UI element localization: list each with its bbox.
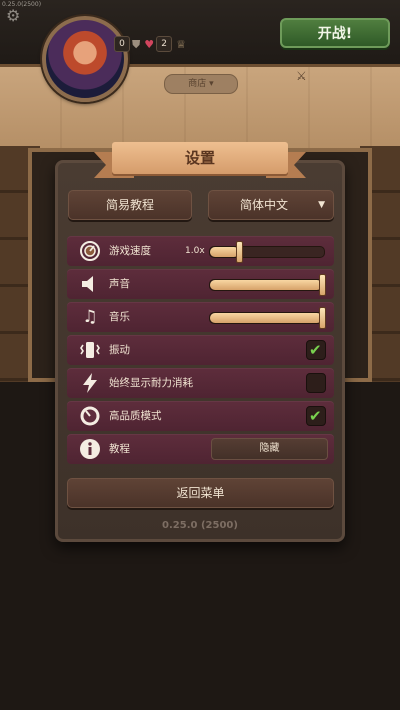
music-note-icon: ♫ [82, 307, 98, 327]
player-avatar[interactable] [42, 16, 128, 102]
heart-icon: ♥ [144, 37, 155, 51]
setting-row-game-speed: 游戏速度 1.0x [67, 236, 334, 266]
slider-handle[interactable] [235, 241, 243, 263]
stat-value: 2 [156, 36, 173, 52]
stat-chip-shield: 0 ⛊ [114, 36, 140, 52]
speedometer-icon [79, 240, 101, 262]
music-volume-slider[interactable] [209, 307, 326, 329]
back-to-menu-button[interactable]: 返回菜单 [67, 478, 334, 508]
slider-fill [210, 280, 322, 290]
store-tab[interactable]: 商店 ▾ [164, 74, 238, 94]
caret-down-icon: ▼ [318, 200, 325, 210]
info-icon [79, 438, 101, 460]
setting-row-music: ♫ 音乐 [67, 302, 334, 332]
setting-row-sound: 声音 [67, 269, 334, 299]
stat-chip-trophy: ♕ [176, 36, 186, 52]
language-select-value: 简体中文 [239, 198, 288, 212]
slider-fill [210, 247, 239, 257]
slider-fill [210, 313, 322, 323]
speaker-icon [79, 273, 101, 295]
settings-title-ribbon: 设置 [94, 138, 306, 184]
hide-tutorial-button[interactable]: 隐藏 [211, 438, 328, 460]
setting-label: 游戏速度 [109, 245, 151, 257]
start-battle-button[interactable]: 开战! [280, 18, 390, 48]
simple-tutorial-button[interactable]: 简易教程 [68, 190, 192, 220]
high-quality-checkbox[interactable]: ✔ [306, 406, 326, 426]
setting-label: 振动 [109, 344, 130, 356]
setting-row-vibration: 振动 ✔ [67, 335, 334, 365]
lightning-icon [79, 372, 101, 394]
sound-volume-slider[interactable] [209, 274, 326, 296]
check-icon: ✔ [309, 407, 322, 425]
setting-label: 高品质模式 [109, 410, 162, 422]
game-speed-value: 1.0x [185, 246, 205, 256]
settings-list: 游戏速度 1.0x 声音 ♫ 音乐 振动 ✔ 始终显示耐力消耗 高品质模式 ✔ … [67, 236, 334, 467]
setting-label: 声音 [109, 278, 130, 290]
shield-icon: ⛊ [132, 37, 141, 51]
setting-row-stamina-cost: 始终显示耐力消耗 ✔ [67, 368, 334, 398]
vibration-icon [79, 339, 101, 361]
version-label: 0.25.0 (2500) [162, 520, 238, 531]
stat-value: 0 [114, 36, 130, 52]
player-stats: 0 ⛊ ♥ 2 ♕ [114, 36, 186, 52]
gear-icon[interactable]: ⚙ [6, 8, 20, 24]
game-speed-slider[interactable] [209, 241, 325, 263]
stamina-cost-checkbox[interactable]: ✔ [306, 373, 326, 393]
settings-top-buttons: 简易教程 简体中文 ▼ [68, 190, 334, 220]
gauge-icon [79, 405, 101, 427]
setting-label: 始终显示耐力消耗 [109, 377, 193, 389]
settings-title: 设置 [112, 142, 288, 174]
trophy-icon: ♕ [176, 37, 186, 51]
language-select[interactable]: 简体中文 ▼ [208, 190, 334, 220]
setting-label: 音乐 [109, 311, 130, 323]
setting-row-high-quality: 高品质模式 ✔ [67, 401, 334, 431]
check-icon: ✔ [309, 341, 322, 359]
crossed-swords-icon: ⚔ [296, 69, 307, 83]
setting-row-tutorial: 教程 隐藏 [67, 434, 334, 464]
stat-chip-heart: ♥ 2 [144, 36, 173, 52]
vibration-checkbox[interactable]: ✔ [306, 340, 326, 360]
setting-label: 教程 [109, 443, 130, 455]
slider-handle[interactable] [319, 274, 326, 296]
slider-handle[interactable] [319, 307, 326, 329]
